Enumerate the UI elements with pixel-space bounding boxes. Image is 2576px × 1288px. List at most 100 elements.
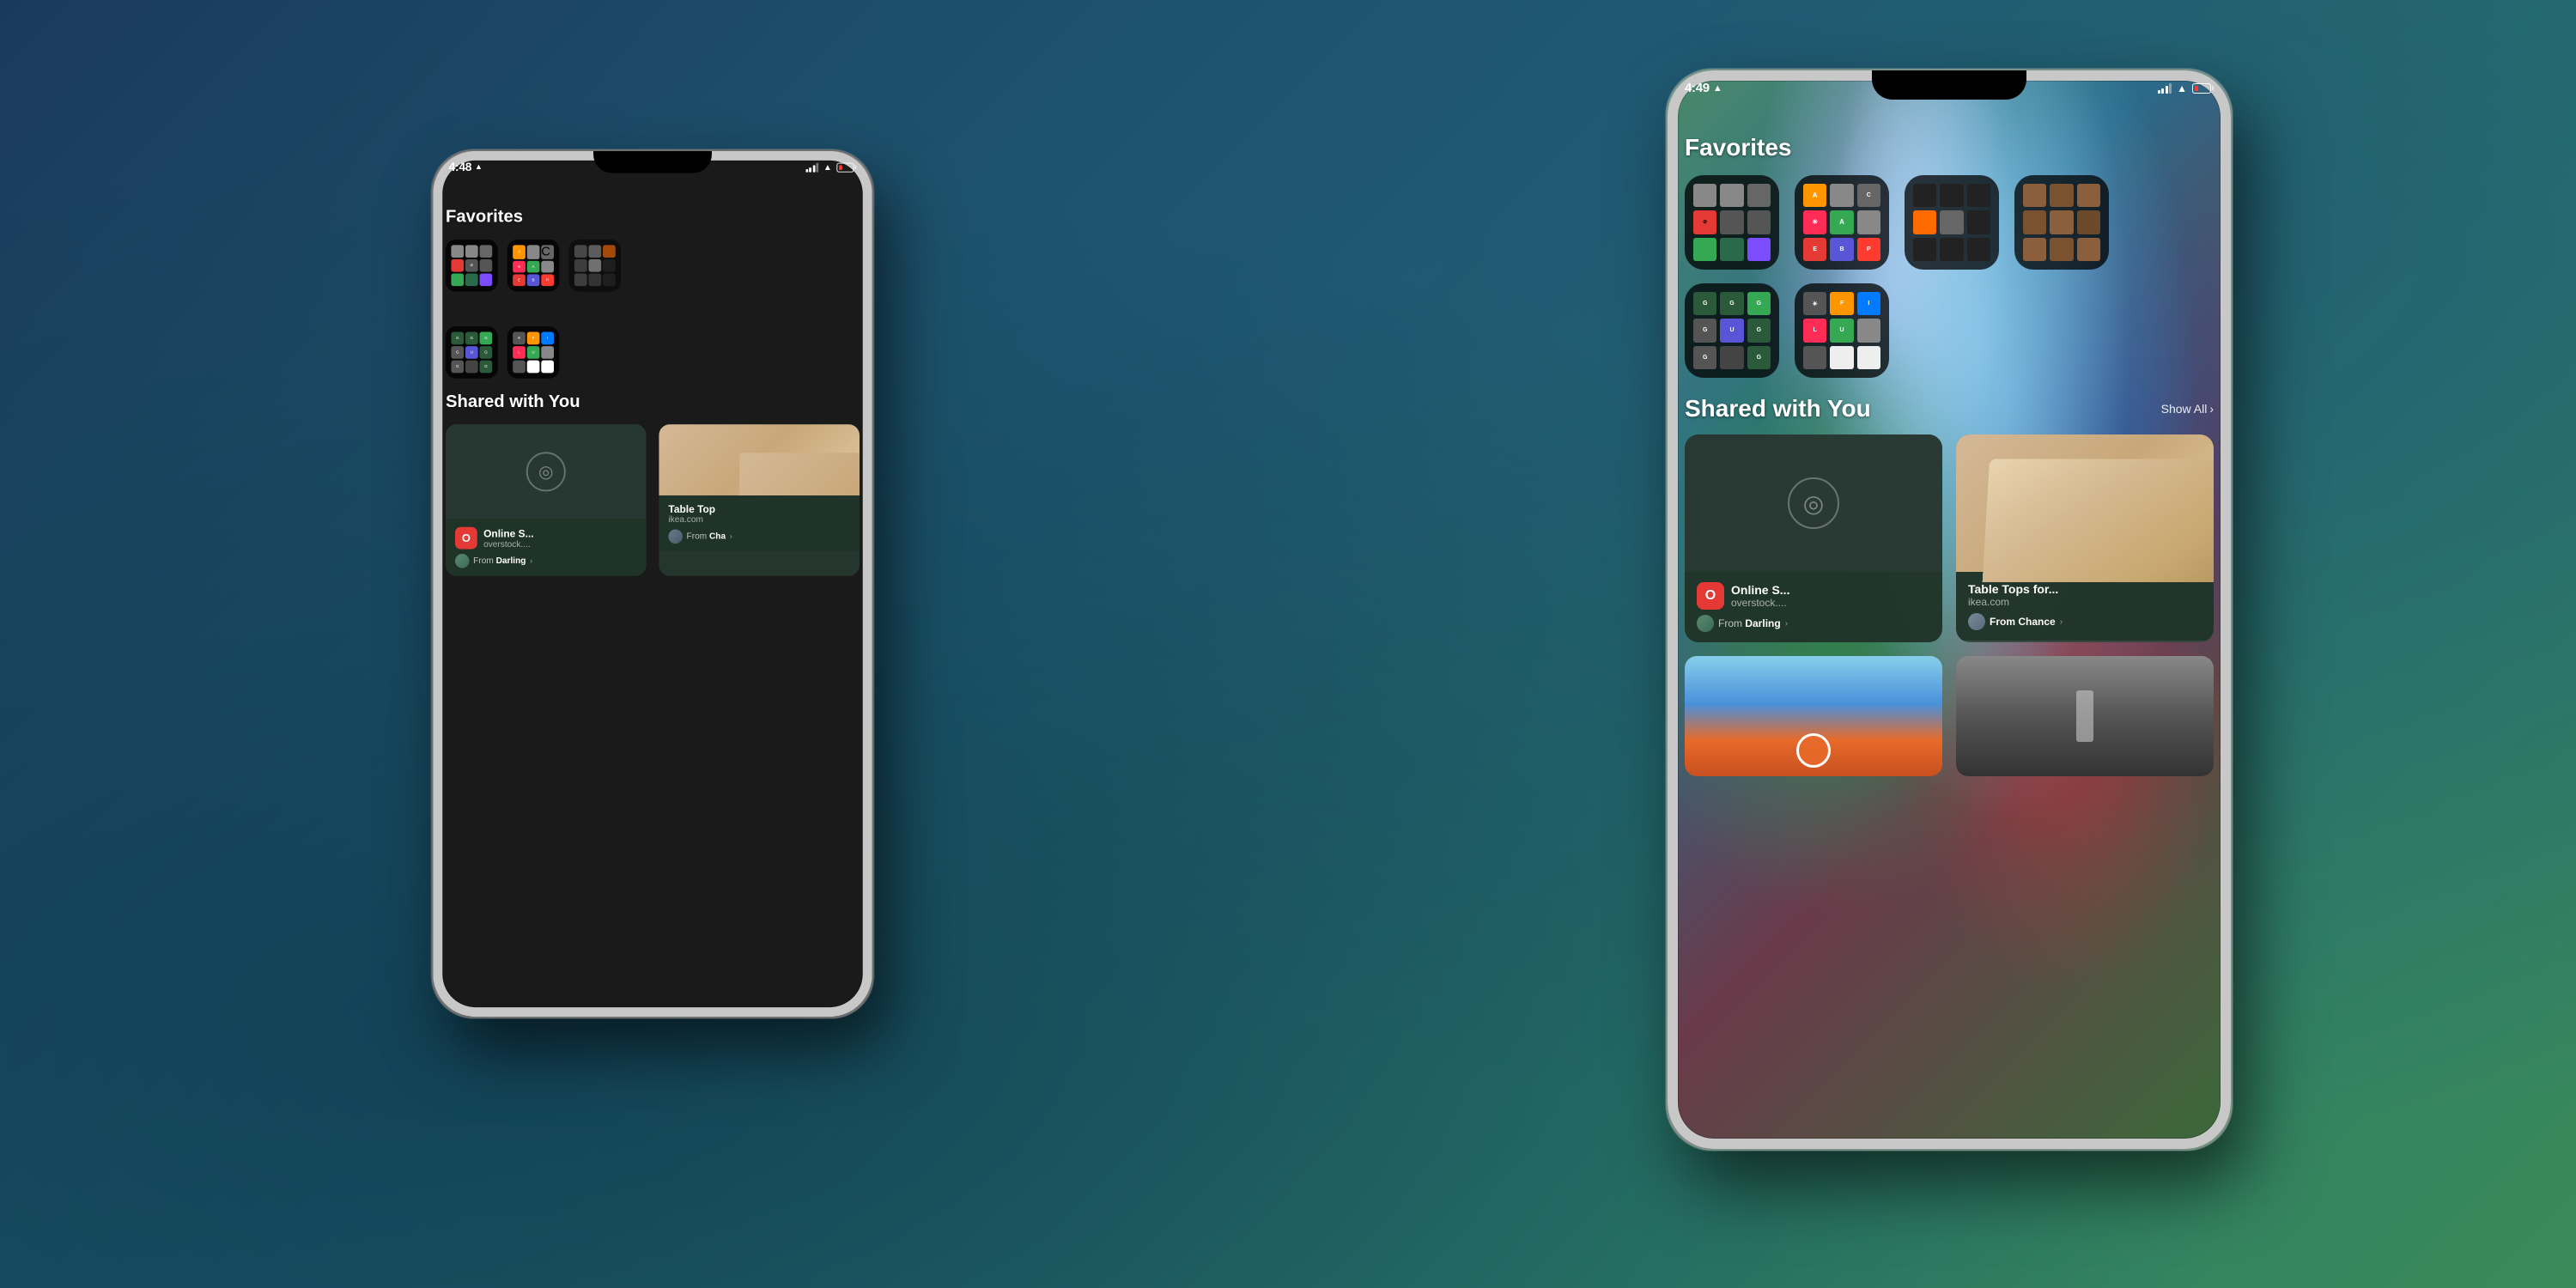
front-battery [2192, 83, 2214, 94]
dot [588, 259, 601, 272]
dot: G [480, 346, 493, 359]
front-card1-avatar [1697, 615, 1714, 632]
dot: G [1693, 346, 1716, 369]
dot [451, 245, 464, 258]
front-card2-chevron: › [2060, 617, 2063, 627]
front-card1-from[interactable]: From Darling › [1697, 615, 1930, 632]
front-battery-tip [2212, 86, 2214, 90]
dot [527, 361, 540, 374]
back-card2-text: Table Top ikea.com [668, 503, 850, 525]
back-folder-4[interactable]: G G G G U G G G [446, 326, 498, 379]
front-location-icon: ▲ [1713, 83, 1722, 94]
front-shared-card-3[interactable] [1685, 656, 1942, 776]
dot [2077, 238, 2100, 261]
back-favorites-section: Favorites ⊘ [446, 206, 860, 379]
dot [1913, 210, 1936, 234]
dot: E [1803, 238, 1826, 261]
phone-back: 4:48 ▲ ▲ [431, 149, 873, 1018]
back-card2-subtitle: ikea.com [668, 515, 850, 525]
dot: A [527, 261, 540, 273]
back-card1-from[interactable]: From Darling › [455, 554, 637, 568]
dot [1940, 184, 1963, 207]
back-folder-2[interactable]: A C ✳ A E B P [507, 240, 560, 292]
back-card2-image [659, 424, 860, 495]
front-folder-1[interactable]: ⊘ [1685, 175, 1779, 270]
dot [451, 259, 464, 272]
front-folder-2[interactable]: A C ✳ A E B P [1795, 175, 1889, 270]
dot [1967, 238, 1990, 261]
dot [1693, 184, 1716, 207]
signal-bar-1 [2158, 90, 2160, 94]
front-shared-card-2[interactable]: Table Tops for... ikea.com From Chance › [1956, 434, 2214, 642]
back-shared-title: Shared with You [446, 392, 860, 412]
dot: A [513, 245, 526, 259]
phone-back-notch [593, 151, 712, 173]
dot [541, 261, 554, 273]
dot: F [527, 332, 540, 345]
show-all-label: Show All [2161, 402, 2208, 416]
dot [1693, 238, 1716, 261]
front-card2-title: Table Tops for... [1968, 582, 2202, 596]
front-shared-card-4[interactable] [1956, 656, 2214, 776]
dot [1857, 319, 1880, 342]
front-card2-text: Table Tops for... ikea.com [1968, 582, 2202, 608]
back-folder-1[interactable]: ⊘ [446, 240, 498, 292]
front-card1-title: Online S... [1731, 583, 1930, 597]
dot: ⊘ [1693, 210, 1716, 234]
dot: ✳ [1803, 210, 1826, 234]
dot: G [1693, 319, 1716, 342]
signal-bar-2 [809, 167, 811, 173]
back-card2-from-text: From Cha [687, 532, 726, 541]
back-folder-5[interactable]: ✳ F I L U [507, 326, 560, 379]
dot [1803, 346, 1826, 369]
back-wifi-icon: ▲ [823, 162, 832, 172]
dot: C [1857, 184, 1880, 207]
back-battery-fill [839, 165, 842, 170]
signal-bar-3 [812, 165, 815, 172]
back-favorites-title: Favorites [446, 206, 860, 227]
dot [2077, 184, 2100, 207]
dot [1830, 184, 1853, 207]
front-shared-section: Shared with You Show All › ◎ [1685, 395, 2214, 776]
front-card1-text: Online S... overstock.... [1731, 583, 1930, 609]
front-card3-image [1685, 656, 1942, 776]
dot [2023, 210, 2046, 234]
dot [1940, 210, 1963, 234]
dot: P [1857, 238, 1880, 261]
table-top-visual [1983, 459, 2214, 582]
back-shared-card-2[interactable]: Table Top ikea.com From Cha › [659, 424, 860, 576]
back-status-icons: ▲ [805, 162, 856, 172]
dot [480, 273, 493, 286]
front-battery-fill [2195, 86, 2198, 91]
dot [480, 259, 493, 272]
front-folder-4[interactable] [2014, 175, 2109, 270]
back-battery-body [836, 162, 854, 172]
dot [1720, 346, 1743, 369]
show-all-button[interactable]: Show All › [2161, 402, 2214, 416]
back-folder-3[interactable] [568, 240, 621, 292]
front-folder-5[interactable]: G G G G U G G G [1685, 283, 1779, 378]
front-folder-6[interactable]: ✳ F I L U [1795, 283, 1889, 378]
front-card2-from[interactable]: From Chance › [1968, 613, 2202, 630]
back-card2-from[interactable]: From Cha › [668, 530, 850, 544]
dot [1967, 210, 1990, 234]
back-card1-text: Online S... overstock.... [483, 527, 636, 549]
front-folders-row1: ⊘ A C ✳ A E [1685, 175, 2214, 270]
back-card1-info: O Online S... overstock.... From Darling… [446, 519, 647, 576]
dot: G [1720, 292, 1743, 315]
back-card2-avatar [668, 530, 683, 544]
dot: E [513, 274, 526, 286]
front-card2-from-name: From Chance [1990, 616, 2056, 628]
dot: ⊘ [465, 259, 478, 272]
signal-bar-4 [817, 162, 819, 172]
front-shared-card-1[interactable]: ◎ O Online S... overstock.... [1685, 434, 1942, 642]
dot: G [1747, 319, 1771, 342]
dot [1830, 346, 1853, 369]
back-card1-avatar [455, 554, 470, 568]
front-card1-chevron: › [1785, 619, 1788, 629]
front-card2-subtitle: ikea.com [1968, 596, 2202, 608]
front-folder-3[interactable] [1905, 175, 1999, 270]
dot [1913, 184, 1936, 207]
back-shared-card-1[interactable]: ◎ O Online S... overstock.... [446, 424, 647, 576]
dot: G [1747, 346, 1771, 369]
